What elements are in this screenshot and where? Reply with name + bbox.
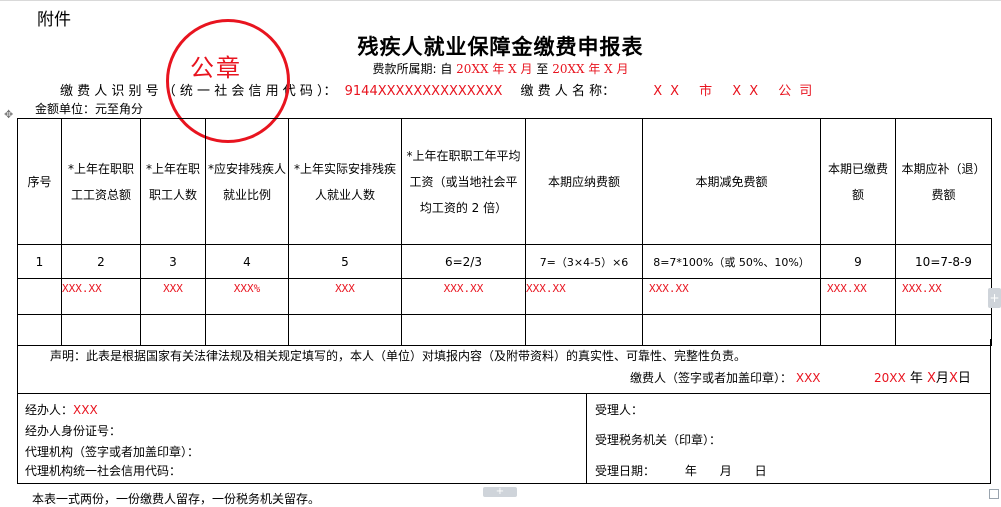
agency-label: 代理机构（签字或者加盖印章）：	[25, 445, 200, 459]
declaration-section: 声明：此表是根据国家有关法律法规及相关规定填写的，本人（单位）对填报内容（及附带…	[17, 339, 991, 393]
value-cell[interactable]: XXX.XX	[895, 278, 992, 315]
value-cell[interactable]: XXX%	[205, 278, 289, 315]
header-cell: 序号	[17, 118, 62, 245]
agency-credit-code-label: 代理机构统一社会信用代码：	[25, 464, 182, 478]
date-year: 20XX	[874, 371, 906, 385]
footer-note: 本表一式两份，一份缴费人留存，一份税务机关留存。	[32, 492, 321, 506]
period-to-value: 20XX 年 X 月	[552, 62, 629, 76]
header-cell: 本期应补（退）费额	[895, 118, 992, 245]
formula-cell[interactable]: 8=7*100%（或 50%、10%）	[642, 244, 821, 279]
payer-date: 20XX 年 X月X日	[874, 367, 971, 386]
add-row-plus-icon[interactable]: +	[483, 487, 517, 497]
value-cell[interactable]: XXX.XX	[642, 278, 821, 315]
value-cell[interactable]: XXX	[140, 278, 206, 315]
date-month: X	[927, 371, 936, 386]
period-label: 费款所属期:	[372, 62, 437, 76]
value-cell[interactable]	[17, 278, 62, 315]
formula-cell[interactable]: 1	[17, 244, 62, 279]
period-to-prefix: 至	[536, 62, 549, 76]
formula-cell[interactable]: 4	[205, 244, 289, 279]
value-cell[interactable]: XXX.XX	[820, 278, 896, 315]
value-cell[interactable]: XXX.XX	[61, 278, 141, 315]
form-title: 残疾人就业保障金缴费申报表	[357, 35, 644, 59]
payer-signature-value: XXX	[795, 371, 821, 385]
table-header-row: 序号 *上年在职职工工资总额 *上年在职职工人数 *应安排残疾人就业比例 *上年…	[17, 118, 992, 245]
formula-cell[interactable]: 6=2/3	[401, 244, 526, 279]
header-cell: *上年实际安排残疾人就业人数	[288, 118, 402, 245]
header-cell: 本期已缴费额	[820, 118, 896, 245]
amount-unit: 金额单位：元至角分	[35, 102, 144, 116]
handler-value: XXX	[73, 403, 98, 417]
attachment-label: 附件	[37, 10, 71, 30]
header-cell: 本期应纳费额	[525, 118, 643, 245]
receive-date-label: 受理日期：	[595, 464, 656, 478]
handler-id-label: 经办人身份证号：	[25, 424, 122, 438]
tax-authority-label: 受理税务机关（印章）：	[595, 433, 722, 447]
payer-name-value: XX 市 XX 公司	[653, 84, 821, 99]
formula-cell[interactable]: 3	[140, 244, 206, 279]
table-row: 1 2 3 4 5 6=2/3 7=（3×4-5）×6 8=7*100%（或 5…	[17, 244, 992, 279]
handler-field: 经办人：XXX	[25, 401, 98, 418]
value-cell[interactable]: XXX.XX	[401, 278, 526, 315]
period-line: 费款所属期: 自 20XX 年 X 月 至 20XX 年 X 月	[0, 60, 1001, 77]
declaration-text: 声明：此表是根据国家有关法律法规及相关规定填写的，本人（单位）对填报内容（及附带…	[50, 349, 747, 363]
period-from-prefix: 自	[440, 62, 453, 76]
header-cell: 本期减免费额	[642, 118, 821, 245]
date-year-unit: 年	[909, 371, 923, 386]
formula-cell[interactable]: 5	[288, 244, 402, 279]
header-cell: *上年在职职工工资总额	[61, 118, 141, 245]
handler-label: 经办人：	[25, 403, 74, 417]
formula-cell[interactable]: 10=7-8-9	[895, 244, 992, 279]
page-top-border	[0, 0, 1001, 1]
header-cell: *上年在职职工年平均工资（或当地社会平均工资的 2 倍）	[401, 118, 526, 245]
payer-name-label: 缴 费 人 名 称：	[520, 84, 616, 99]
date-day-unit: 日	[957, 371, 971, 386]
table-move-handle-icon[interactable]: ✥	[4, 108, 13, 121]
value-cell[interactable]: XXX	[288, 278, 402, 315]
declaration-table: 序号 *上年在职职工工资总额 *上年在职职工人数 *应安排残疾人就业比例 *上年…	[17, 118, 992, 346]
payer-signature-label: 缴费人（签字或者加盖印章）：	[630, 371, 793, 385]
date-day: X	[948, 371, 958, 386]
receive-date-field: 受理日期： 年 月 日	[595, 462, 767, 479]
payer-signature: 缴费人（签字或者加盖印章）： XXX	[630, 369, 821, 386]
receiver-label: 受理人：	[595, 403, 644, 417]
formula-cell[interactable]: 9	[820, 244, 896, 279]
handling-section: 经办人：XXX 经办人身份证号： 代理机构（签字或者加盖印章）： 代理机构统一社…	[17, 393, 991, 484]
table-resize-handle-icon[interactable]	[989, 489, 999, 499]
period-from-value: 20XX 年 X 月	[456, 62, 533, 76]
add-column-plus-icon[interactable]: +	[988, 288, 1001, 308]
header-cell: *上年在职职工人数	[140, 118, 206, 245]
section-divider	[586, 394, 587, 483]
taxid-value: 9144XXXXXXXXXXXXXX	[344, 84, 503, 99]
table-row: XXX.XX XXX XXX% XXX XXX.XX XXX.XX XXX.XX…	[17, 278, 992, 315]
formula-cell[interactable]: 2	[61, 244, 141, 279]
receive-date-units: 年 月 日	[684, 464, 767, 478]
value-cell[interactable]: XXX.XX	[525, 278, 643, 315]
header-cell: *应安排残疾人就业比例	[205, 118, 289, 245]
date-month-unit: 月	[935, 371, 949, 386]
formula-cell[interactable]: 7=（3×4-5）×6	[525, 244, 643, 279]
seal-text: 公章	[190, 54, 242, 82]
